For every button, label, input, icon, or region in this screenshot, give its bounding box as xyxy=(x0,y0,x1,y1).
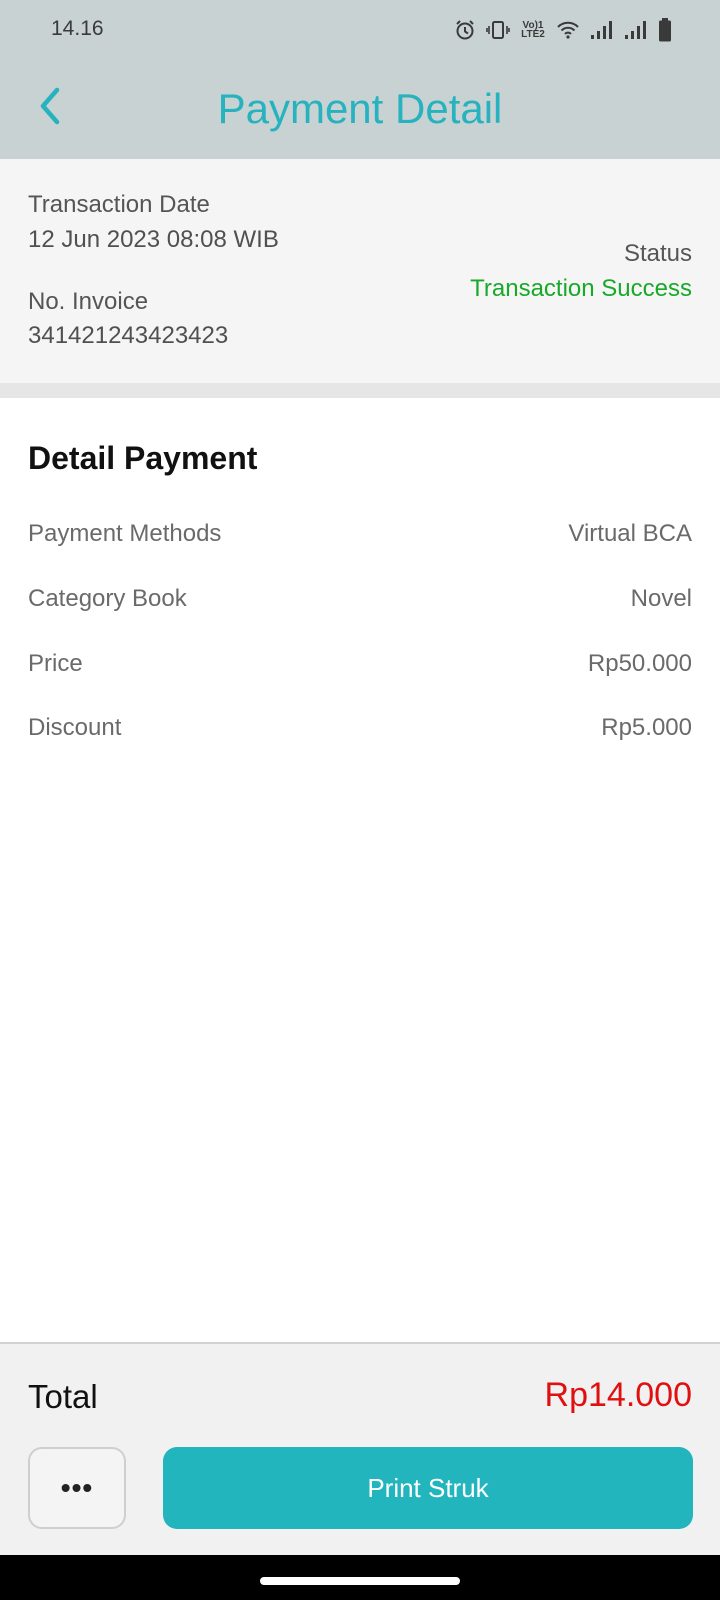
transaction-info: Transaction Date 12 Jun 2023 08:08 WIB N… xyxy=(0,159,720,383)
detail-row-label: Price xyxy=(28,650,83,677)
page-title-container: Payment Detail xyxy=(0,85,720,133)
section-divider xyxy=(0,383,720,398)
battery-icon xyxy=(658,18,672,42)
invoice-value: 341421243423423 xyxy=(28,322,229,349)
print-struk-button[interactable]: Print Struk xyxy=(163,1447,693,1529)
signal-sim2-icon xyxy=(624,20,648,40)
total-label: Total xyxy=(28,1378,98,1415)
alarm-icon xyxy=(454,19,476,41)
detail-row-category: Category Book Novel xyxy=(28,581,692,617)
more-dots-icon: ••• xyxy=(60,1472,94,1503)
volte-lte2-icon: Vo)1 LTE2 xyxy=(520,21,546,40)
status-time: 14.16 xyxy=(51,17,104,40)
detail-row-label: Category Book xyxy=(28,585,187,612)
detail-row-label: Discount xyxy=(28,714,122,741)
detail-row-value: Rp50.000 xyxy=(587,650,692,677)
bottom-panel: Total Rp14.000 ••• Print Struk xyxy=(0,1342,720,1555)
page-title: Payment Detail xyxy=(217,85,503,132)
total-value: Rp14.000 xyxy=(544,1376,692,1414)
status-label: Status xyxy=(623,240,692,267)
transaction-date-value: 12 Jun 2023 08:08 WIB xyxy=(28,226,279,253)
transaction-date-label: Transaction Date xyxy=(28,191,210,218)
volte-line2: LTE2 xyxy=(521,29,545,40)
wifi-icon xyxy=(556,20,580,40)
home-gesture-handle[interactable] xyxy=(260,1577,460,1585)
detail-payment-title: Detail Payment xyxy=(28,440,258,476)
navigation-bar xyxy=(0,1555,720,1600)
status-value: Transaction Success xyxy=(470,275,692,302)
signal-sim1-icon xyxy=(590,20,614,40)
detail-row-price: Price Rp50.000 xyxy=(28,646,692,682)
detail-row-payment-method: Payment Methods Virtual BCA xyxy=(28,516,692,552)
invoice-label: No. Invoice xyxy=(28,288,149,315)
vibrate-icon xyxy=(486,20,510,40)
detail-row-discount: Discount Rp5.000 xyxy=(28,710,692,746)
detail-row-label: Payment Methods xyxy=(28,520,222,547)
detail-row-value: Novel xyxy=(630,585,692,612)
app-bar: Payment Detail xyxy=(0,60,720,159)
detail-row-value: Rp5.000 xyxy=(601,714,692,741)
more-options-button[interactable]: ••• xyxy=(28,1447,126,1529)
detail-row-value: Virtual BCA xyxy=(568,520,692,547)
status-icons: Vo)1 LTE2 xyxy=(454,16,672,44)
status-bar: 14.16 Vo)1 LTE2 xyxy=(0,0,720,60)
